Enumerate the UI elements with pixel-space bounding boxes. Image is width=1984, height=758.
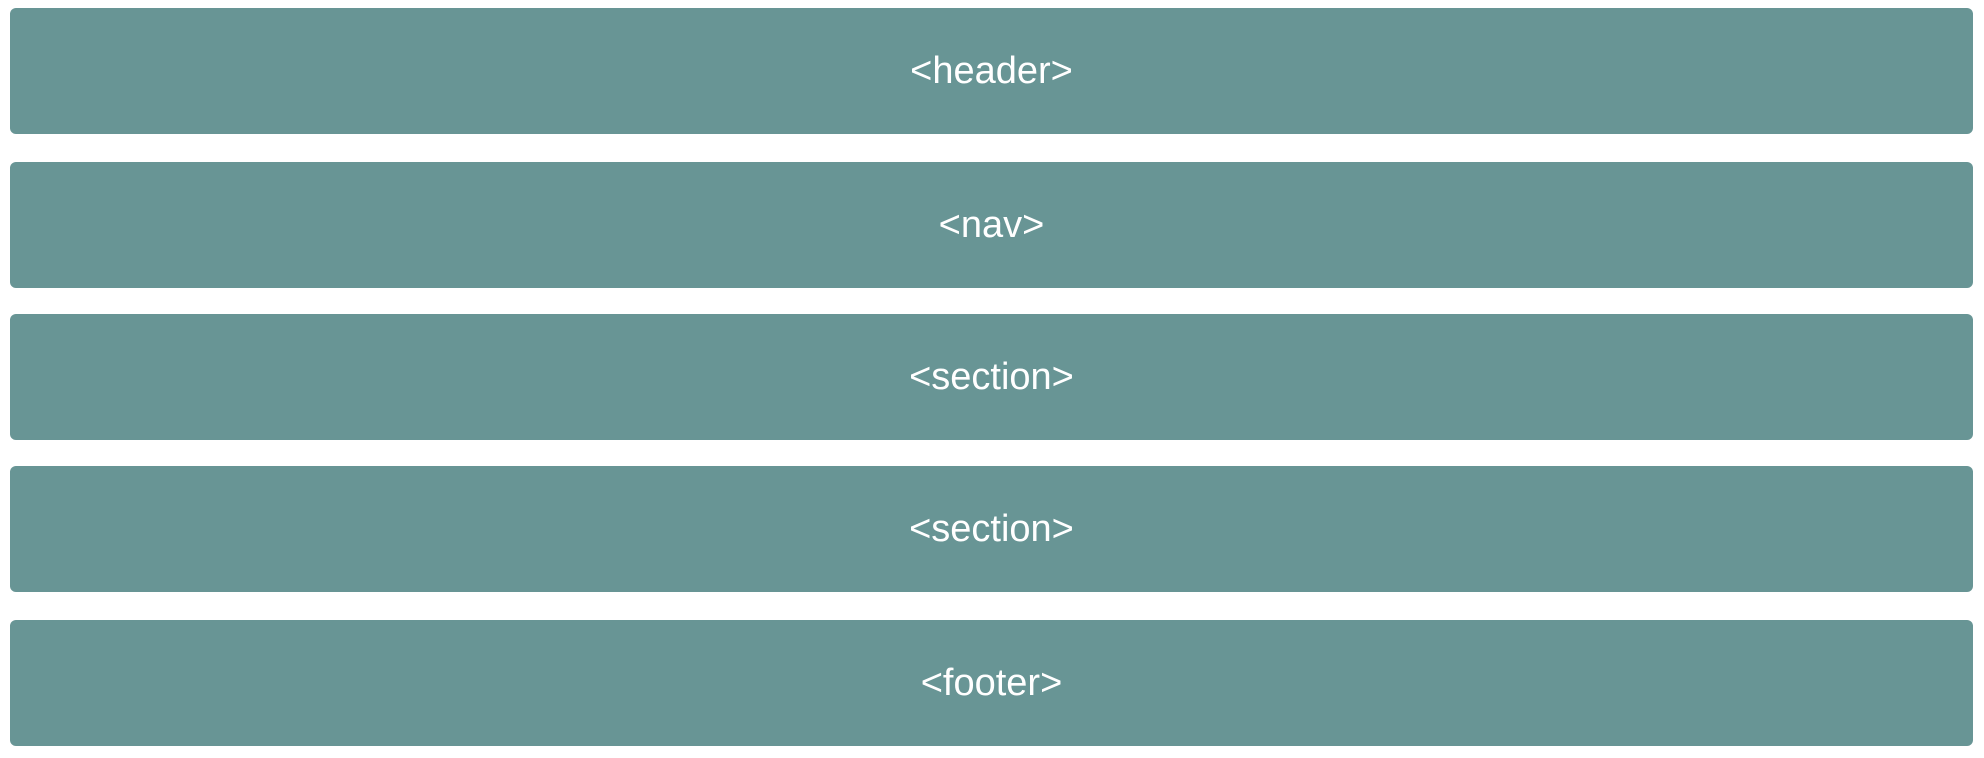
nav-block-label: <nav> — [938, 203, 1045, 246]
footer-block-label: <footer> — [920, 661, 1063, 704]
footer-block: <footer> — [10, 620, 1973, 746]
section-block-1: <section> — [10, 314, 1973, 440]
section-block-2: <section> — [10, 466, 1973, 592]
header-block: <header> — [10, 8, 1973, 134]
header-block-label: <header> — [910, 49, 1073, 92]
section-block-1-label: <section> — [909, 355, 1074, 398]
layout-diagram: <header> <nav> <section> <section> <foot… — [10, 8, 1973, 746]
nav-block: <nav> — [10, 162, 1973, 288]
section-block-2-label: <section> — [909, 507, 1074, 550]
